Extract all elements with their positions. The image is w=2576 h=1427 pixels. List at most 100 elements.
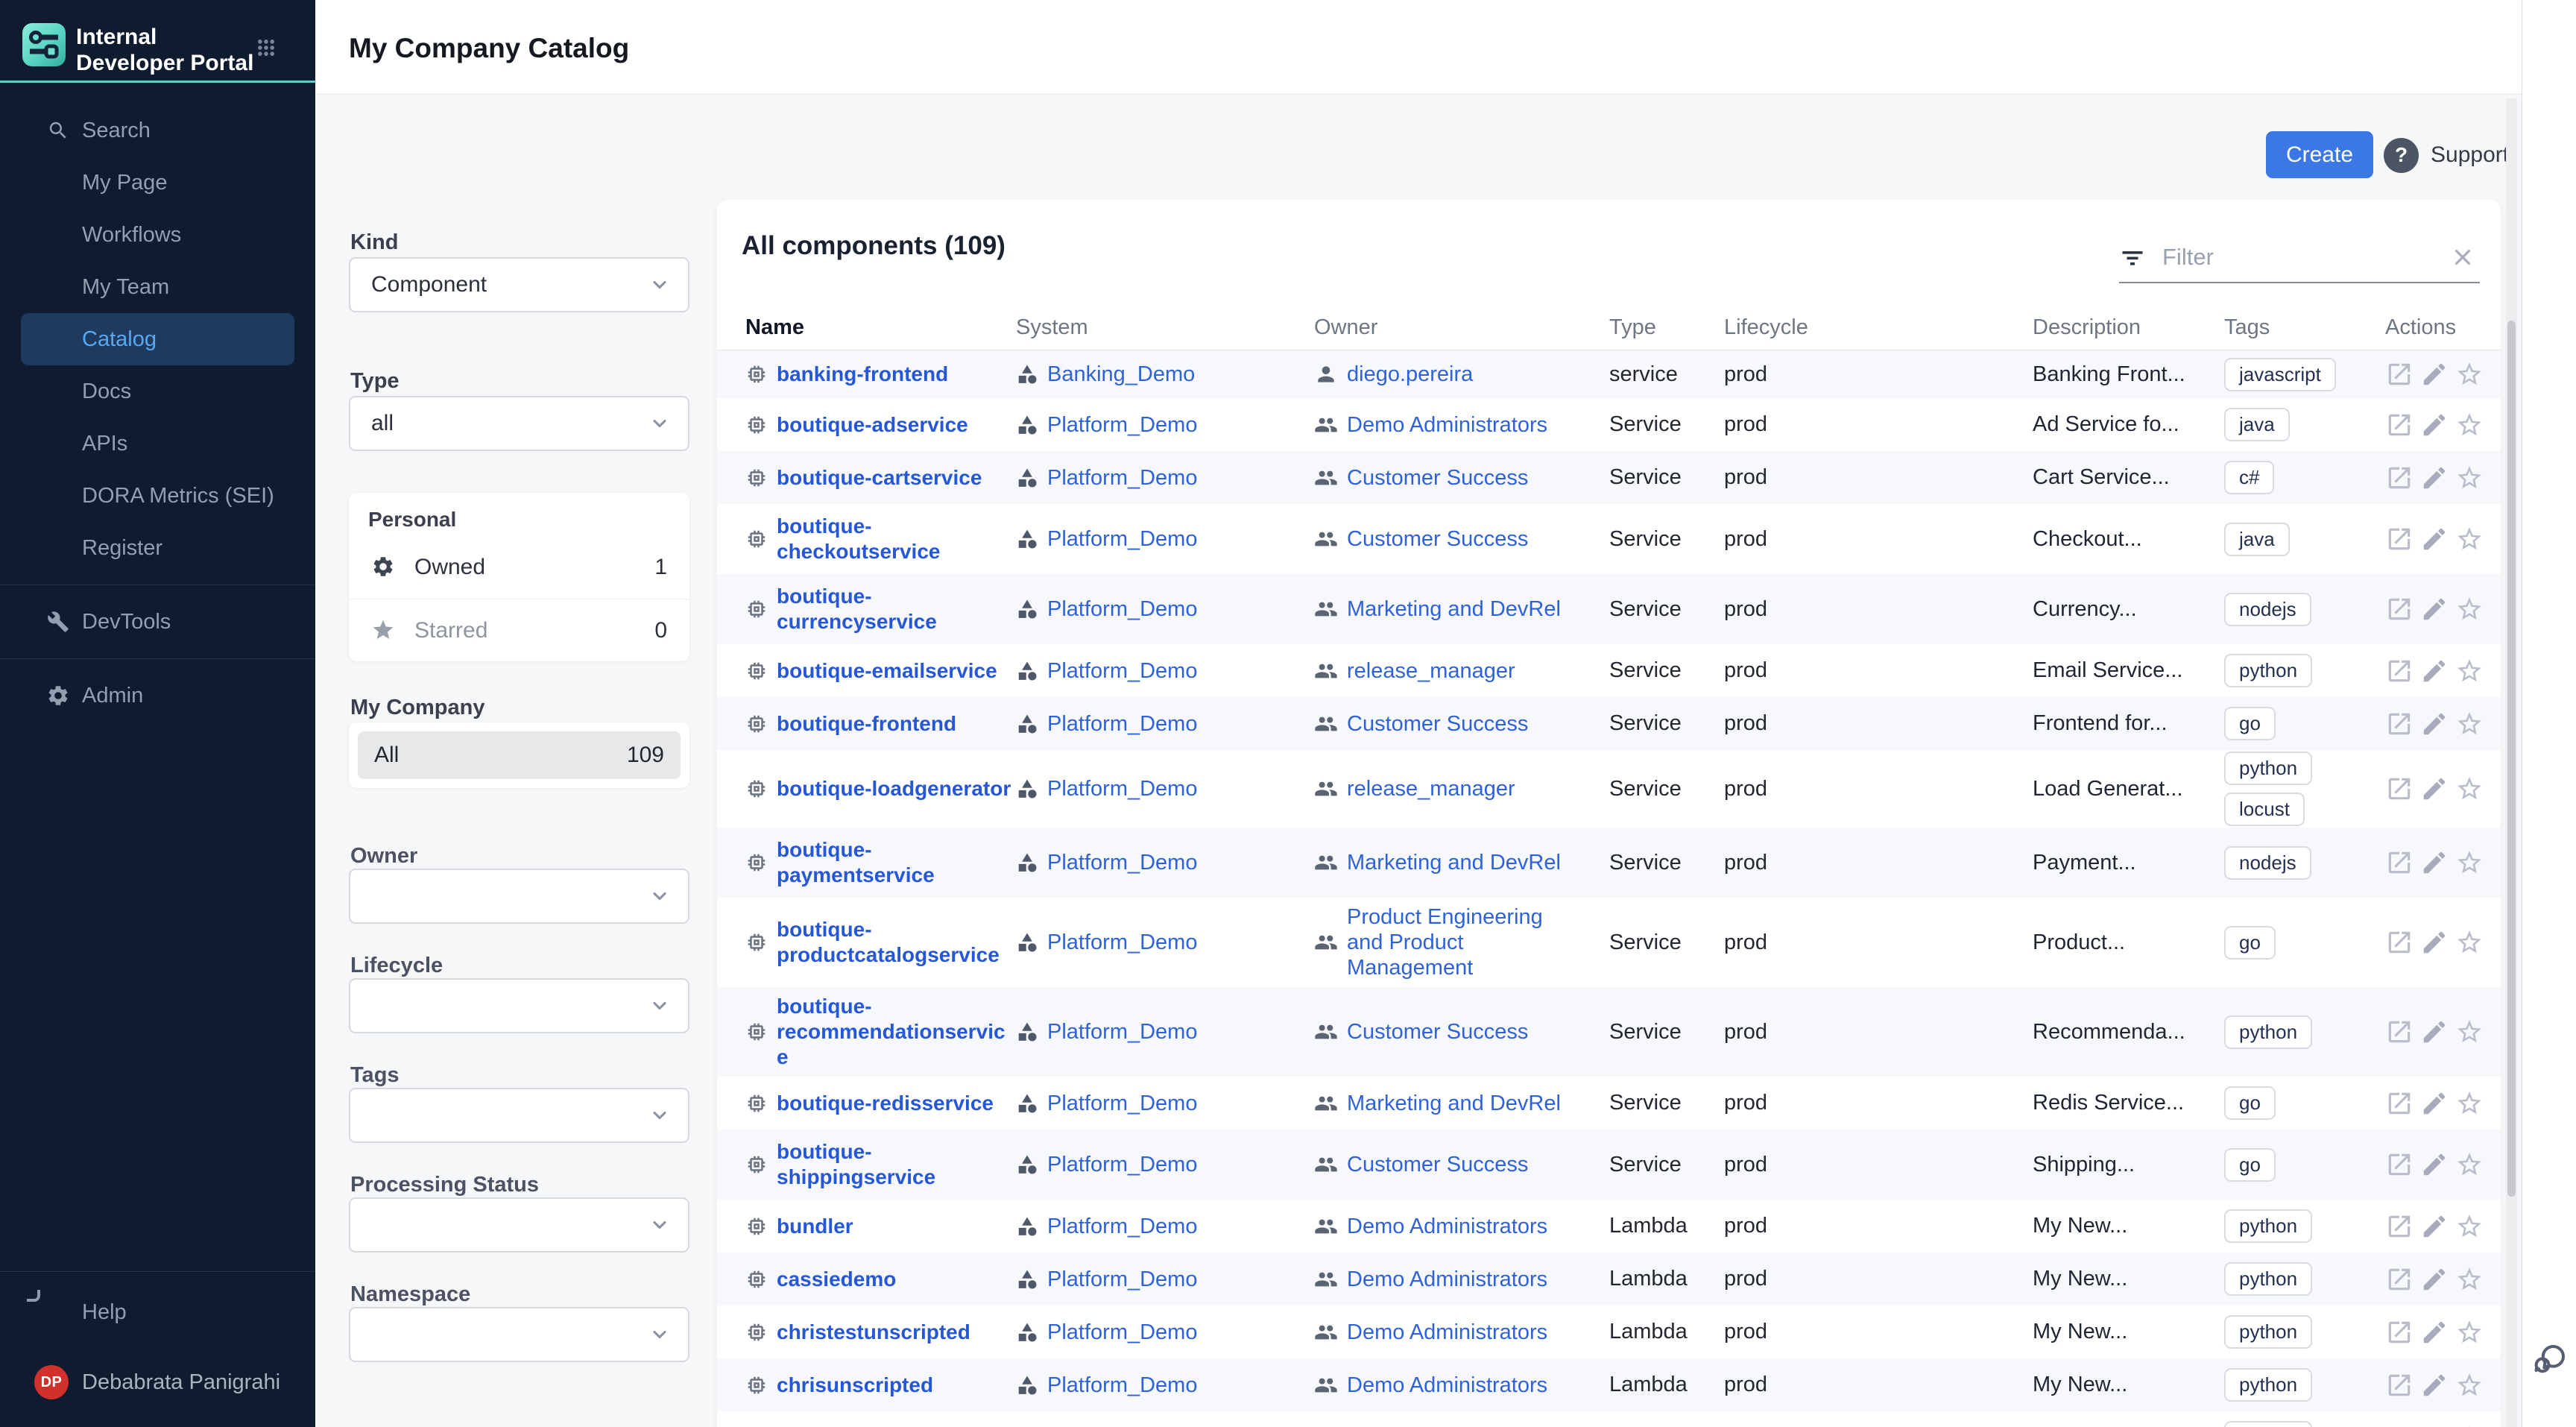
star-icon[interactable]: [2455, 710, 2484, 738]
open-in-new-icon[interactable]: [2385, 1089, 2414, 1118]
edit-icon[interactable]: [2420, 464, 2449, 492]
open-in-new-icon[interactable]: [2385, 775, 2414, 803]
system-link[interactable]: Platform_Demo: [1047, 526, 1197, 552]
system-link[interactable]: Platform_Demo: [1047, 1091, 1197, 1116]
entity-name-link[interactable]: chrisunscripted: [777, 1373, 933, 1398]
lifecycle-select[interactable]: [349, 978, 689, 1033]
system-link[interactable]: Platform_Demo: [1047, 596, 1197, 622]
owner-link[interactable]: release_manager: [1347, 776, 1515, 801]
open-in-new-icon[interactable]: [2385, 710, 2414, 738]
support-button[interactable]: ? Support: [2384, 137, 2509, 173]
system-link[interactable]: Banking_Demo: [1047, 362, 1195, 387]
owner-link[interactable]: release_manager: [1347, 658, 1515, 684]
sidebar-item-my-team[interactable]: My Team: [21, 261, 294, 313]
star-icon[interactable]: [2455, 525, 2484, 553]
edit-icon[interactable]: [2420, 360, 2449, 388]
edit-icon[interactable]: [2420, 595, 2449, 623]
sidebar-item-my-page[interactable]: My Page: [21, 157, 294, 209]
star-icon[interactable]: [2455, 848, 2484, 877]
star-icon[interactable]: [2455, 1265, 2484, 1294]
sidebar-item-devtools[interactable]: DevTools: [21, 596, 294, 648]
open-in-new-icon[interactable]: [2385, 1371, 2414, 1399]
sidebar-item-docs[interactable]: Docs: [21, 365, 294, 418]
tags-select[interactable]: [349, 1088, 689, 1143]
edit-icon[interactable]: [2420, 928, 2449, 957]
entity-name-link[interactable]: boutique-redisservice: [777, 1091, 994, 1116]
star-icon[interactable]: [2455, 1371, 2484, 1399]
sidebar-item-admin[interactable]: Admin: [21, 670, 294, 722]
system-link[interactable]: Platform_Demo: [1047, 1152, 1197, 1177]
open-in-new-icon[interactable]: [2385, 464, 2414, 492]
entity-name-link[interactable]: christestunscripted: [777, 1320, 970, 1345]
open-in-new-icon[interactable]: [2385, 928, 2414, 957]
sidebar-item-workflows[interactable]: Workflows: [21, 209, 294, 261]
edit-icon[interactable]: [2420, 1371, 2449, 1399]
star-icon[interactable]: [2455, 1212, 2484, 1241]
clear-filter-icon[interactable]: [2450, 245, 2475, 270]
star-icon[interactable]: [2455, 595, 2484, 623]
entity-name-link[interactable]: boutique-frontend: [777, 711, 956, 737]
entity-name-link[interactable]: cassiedemo: [777, 1267, 896, 1292]
edit-icon[interactable]: [2420, 1150, 2449, 1179]
personal-filter-owned[interactable]: Owned1: [349, 536, 689, 599]
system-link[interactable]: Platform_Demo: [1047, 1320, 1197, 1345]
owner-link[interactable]: Product Engineering and Product Manageme…: [1347, 904, 1578, 980]
edit-icon[interactable]: [2420, 1265, 2449, 1294]
owner-link[interactable]: Demo Administrators: [1347, 1267, 1547, 1292]
entity-name-link[interactable]: bundler: [777, 1214, 853, 1239]
owner-link[interactable]: Marketing and DevRel: [1347, 1091, 1561, 1116]
star-icon[interactable]: [2455, 1089, 2484, 1118]
sidebar-item-apis[interactable]: APIs: [21, 418, 294, 470]
column-header-name[interactable]: Name: [745, 315, 1016, 340]
owner-link[interactable]: Customer Success: [1347, 526, 1528, 552]
system-link[interactable]: Platform_Demo: [1047, 711, 1197, 737]
owner-select[interactable]: [349, 869, 689, 924]
chat-support-icon[interactable]: [2528, 1341, 2570, 1382]
user-menu[interactable]: DP Debabrata Panigrahi: [21, 1345, 294, 1420]
entity-name-link[interactable]: boutique-emailservice: [777, 658, 997, 684]
star-icon[interactable]: [2455, 1318, 2484, 1346]
owner-link[interactable]: Demo Administrators: [1347, 412, 1547, 438]
sidebar-item-dora-metrics-sei-[interactable]: DORA Metrics (SEI): [21, 470, 294, 522]
scrollbar-track[interactable]: [2506, 98, 2517, 1427]
star-icon[interactable]: [2455, 928, 2484, 957]
open-in-new-icon[interactable]: [2385, 595, 2414, 623]
entity-name-link[interactable]: boutique-recommendationservice: [777, 994, 1016, 1070]
edit-icon[interactable]: [2420, 1318, 2449, 1346]
owner-link[interactable]: diego.pereira: [1347, 362, 1473, 387]
open-in-new-icon[interactable]: [2385, 411, 2414, 439]
edit-icon[interactable]: [2420, 411, 2449, 439]
entity-name-link[interactable]: boutique-cartservice: [777, 465, 982, 491]
sidebar-item-catalog[interactable]: Catalog: [21, 313, 294, 365]
system-link[interactable]: Platform_Demo: [1047, 658, 1197, 684]
processing-status-select[interactable]: [349, 1197, 689, 1253]
edit-icon[interactable]: [2420, 775, 2449, 803]
system-link[interactable]: Platform_Demo: [1047, 776, 1197, 801]
open-in-new-icon[interactable]: [2385, 1212, 2414, 1241]
owner-link[interactable]: Marketing and DevRel: [1347, 850, 1561, 875]
star-icon[interactable]: [2455, 1424, 2484, 1427]
open-in-new-icon[interactable]: [2385, 1265, 2414, 1294]
owner-link[interactable]: Demo Administrators: [1347, 1214, 1547, 1239]
company-filter-all[interactable]: All 109: [358, 731, 681, 779]
edit-icon[interactable]: [2420, 525, 2449, 553]
star-icon[interactable]: [2455, 1150, 2484, 1179]
edit-icon[interactable]: [2420, 1089, 2449, 1118]
star-icon[interactable]: [2455, 657, 2484, 685]
open-in-new-icon[interactable]: [2385, 1150, 2414, 1179]
system-link[interactable]: Platform_Demo: [1047, 1267, 1197, 1292]
star-icon[interactable]: [2455, 360, 2484, 388]
system-link[interactable]: Platform_Demo: [1047, 465, 1197, 491]
system-link[interactable]: Platform_Demo: [1047, 1214, 1197, 1239]
star-icon[interactable]: [2455, 1018, 2484, 1046]
edit-icon[interactable]: [2420, 1018, 2449, 1046]
owner-link[interactable]: Demo Administrators: [1347, 1320, 1547, 1345]
sidebar-item-register[interactable]: Register: [21, 522, 294, 574]
sidebar-item-help[interactable]: Help: [21, 1285, 294, 1339]
system-link[interactable]: Platform_Demo: [1047, 850, 1197, 875]
open-in-new-icon[interactable]: [2385, 525, 2414, 553]
owner-link[interactable]: Marketing and DevRel: [1347, 596, 1561, 622]
edit-icon[interactable]: [2420, 1424, 2449, 1427]
apps-grid-icon[interactable]: [256, 37, 277, 58]
system-link[interactable]: Platform_Demo: [1047, 930, 1197, 955]
